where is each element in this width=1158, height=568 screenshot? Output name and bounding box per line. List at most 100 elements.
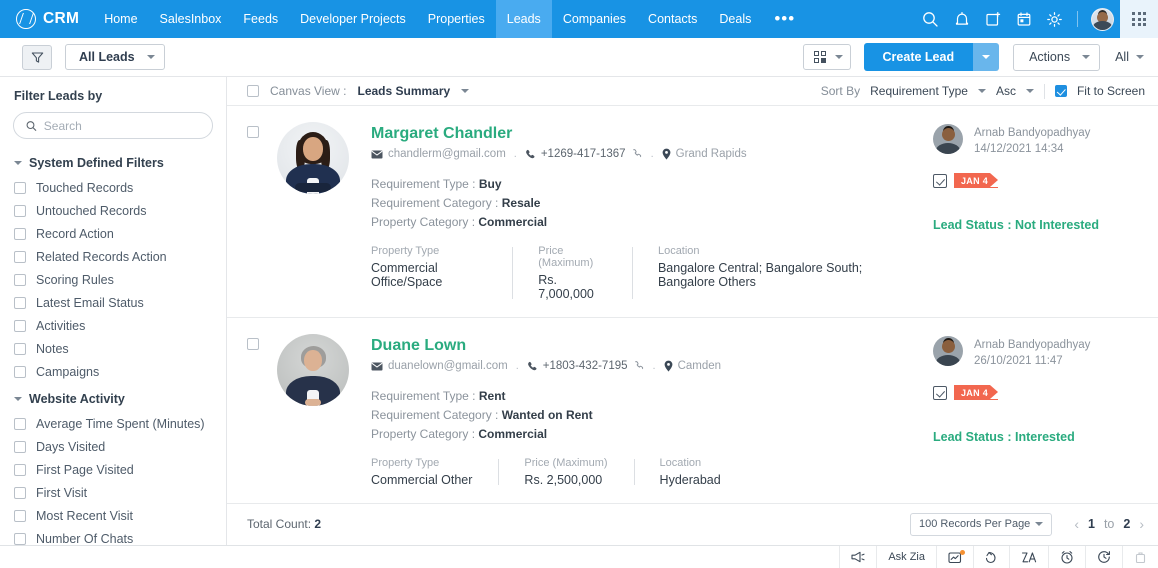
- next-page-button[interactable]: ›: [1139, 516, 1144, 532]
- funnel-icon[interactable]: [22, 44, 52, 70]
- checkbox-icon[interactable]: [14, 227, 26, 240]
- view-selector[interactable]: All Leads: [65, 44, 165, 70]
- sidebar-item-campaigns[interactable]: Campaigns: [0, 360, 226, 383]
- sidebar-item-touched-records[interactable]: Touched Records: [0, 176, 226, 199]
- user-avatar[interactable]: [1091, 7, 1114, 31]
- zia-analytics-icon[interactable]: [1009, 546, 1048, 568]
- chevron-down-icon[interactable]: [461, 89, 470, 93]
- chevron-down-icon: [1035, 522, 1044, 527]
- search-input[interactable]: [43, 118, 200, 133]
- lead-phone[interactable]: +1803-432-7195: [527, 360, 645, 372]
- sidebar-item-first-page-visited[interactable]: First Page Visited: [0, 458, 226, 481]
- task-row[interactable]: JAN 4: [933, 173, 1145, 188]
- sidebar-item-activities[interactable]: Activities: [0, 314, 226, 337]
- trash-icon[interactable]: [1122, 546, 1158, 568]
- nav-item-developer-projects[interactable]: Developer Projects: [289, 0, 417, 38]
- lead-email[interactable]: duanelown@gmail.com: [371, 360, 508, 372]
- megaphone-icon[interactable]: [839, 546, 876, 568]
- sidebar-item-notes[interactable]: Notes: [0, 337, 226, 360]
- lead-card[interactable]: Margaret Chandler chandlerm@gmail.com . …: [227, 106, 1158, 319]
- undo-arrow-icon[interactable]: [973, 546, 1009, 568]
- nav-item-properties[interactable]: Properties: [417, 0, 496, 38]
- brand-logo[interactable]: CRM: [0, 0, 93, 38]
- kanban-view-icon[interactable]: [802, 44, 851, 70]
- actions-button[interactable]: Actions: [1013, 43, 1101, 71]
- row-checkbox[interactable]: [247, 338, 259, 351]
- sidebar-item-number-of-chats[interactable]: Number Of Chats: [0, 527, 226, 545]
- field-label: Requirement Category :: [371, 408, 499, 423]
- checkbox-icon[interactable]: [14, 204, 26, 217]
- crm-logo-icon: [16, 9, 36, 29]
- create-lead-dropdown-button[interactable]: [973, 43, 1000, 71]
- lead-phone[interactable]: +1269-417-1367: [525, 148, 643, 160]
- checkbox-icon[interactable]: [14, 486, 26, 499]
- checkbox-icon[interactable]: [14, 463, 26, 476]
- task-row[interactable]: JAN 4: [933, 385, 1145, 401]
- fit-to-screen-checkbox[interactable]: [1054, 85, 1067, 97]
- canvas-view-value[interactable]: Leads Summary: [357, 84, 450, 98]
- checkbox-icon[interactable]: [14, 417, 26, 430]
- create-lead-button[interactable]: Create Lead: [863, 43, 974, 71]
- sidebar-item-average-time-spent[interactable]: Average Time Spent (Minutes): [0, 412, 226, 435]
- owner-name: Arnab Bandyopadhyay: [974, 339, 1091, 352]
- sidebar-item-record-action[interactable]: Record Action: [0, 222, 226, 245]
- nav-item-more[interactable]: •••: [762, 0, 807, 38]
- lead-name-link[interactable]: Duane Lown: [371, 336, 933, 355]
- history-clock-icon[interactable]: [1085, 546, 1122, 568]
- sidebar-item-days-visited[interactable]: Days Visited: [0, 435, 226, 458]
- sort-direction-value[interactable]: Asc: [996, 84, 1016, 98]
- checkbox-icon[interactable]: [14, 250, 26, 263]
- nav-item-contacts[interactable]: Contacts: [637, 0, 708, 38]
- previous-page-button[interactable]: ‹: [1074, 516, 1079, 532]
- checkbox-icon[interactable]: [14, 342, 26, 355]
- chevron-down-icon[interactable]: [977, 89, 986, 93]
- sort-field-value[interactable]: Requirement Type: [870, 84, 968, 98]
- note-add-icon[interactable]: [977, 0, 1008, 38]
- lead-name-link[interactable]: Margaret Chandler: [371, 124, 933, 143]
- page-navigation: ‹ 1 to 2 ›: [1074, 516, 1144, 532]
- select-all-checkbox[interactable]: [247, 85, 259, 97]
- lead-status: Lead Status : Not Interested: [933, 218, 1145, 232]
- nav-item-feeds[interactable]: Feeds: [232, 0, 289, 38]
- checkbox-icon[interactable]: [14, 365, 26, 378]
- checkbox-icon[interactable]: [14, 532, 26, 545]
- nav-item-leads[interactable]: Leads: [495, 0, 552, 38]
- checkbox-icon[interactable]: [14, 296, 26, 309]
- calendar-icon[interactable]: [1008, 0, 1039, 38]
- sidebar-group-system-defined-filters[interactable]: System Defined Filters: [0, 147, 226, 176]
- search-icon[interactable]: [915, 0, 946, 38]
- checkbox-icon[interactable]: [14, 273, 26, 286]
- all-filter-button[interactable]: All: [1115, 50, 1144, 64]
- checkbox-icon[interactable]: [14, 440, 26, 453]
- sidebar-item-scoring-rules[interactable]: Scoring Rules: [0, 268, 226, 291]
- sidebar-item-first-visit[interactable]: First Visit: [0, 481, 226, 504]
- ask-zia-button[interactable]: Ask Zia: [876, 546, 936, 568]
- nav-item-companies[interactable]: Companies: [552, 0, 637, 38]
- nav-item-salesinbox[interactable]: SalesInbox: [149, 0, 233, 38]
- sidebar-group-website-activity[interactable]: Website Activity: [0, 383, 226, 412]
- alarm-clock-icon[interactable]: [1048, 546, 1085, 568]
- owner-timestamp: 14/12/2021 14:34: [974, 143, 1064, 155]
- sidebar-item-latest-email-status[interactable]: Latest Email Status: [0, 291, 226, 314]
- sidebar-item-related-records-action[interactable]: Related Records Action: [0, 245, 226, 268]
- records-per-page-selector[interactable]: 100 Records Per Page: [910, 512, 1053, 536]
- lead-status-value: Not Interested: [1014, 218, 1100, 232]
- sidebar-item-untouched-records[interactable]: Untouched Records: [0, 199, 226, 222]
- nav-item-deals[interactable]: Deals: [708, 0, 762, 38]
- lead-email[interactable]: chandlerm@gmail.com: [371, 148, 506, 160]
- apps-grid-icon[interactable]: [1120, 0, 1158, 38]
- checkbox-icon[interactable]: [14, 319, 26, 332]
- row-checkbox[interactable]: [247, 126, 259, 138]
- chart-note-icon[interactable]: [936, 546, 973, 568]
- sidebar-item-label: Latest Email Status: [36, 295, 144, 310]
- column-location: Location Bangalore Central; Bangalore So…: [631, 245, 933, 301]
- gear-icon[interactable]: [1039, 0, 1070, 38]
- sidebar-item-most-recent-visit[interactable]: Most Recent Visit: [0, 504, 226, 527]
- lead-card[interactable]: Duane Lown duanelown@gmail.com . +1803-4…: [227, 318, 1158, 505]
- checkbox-icon[interactable]: [14, 509, 26, 522]
- chevron-down-icon[interactable]: [1025, 89, 1034, 93]
- bell-icon[interactable]: [946, 0, 977, 38]
- nav-item-home[interactable]: Home: [93, 0, 148, 38]
- checkbox-icon[interactable]: [14, 181, 26, 194]
- filter-search-box[interactable]: [13, 112, 213, 139]
